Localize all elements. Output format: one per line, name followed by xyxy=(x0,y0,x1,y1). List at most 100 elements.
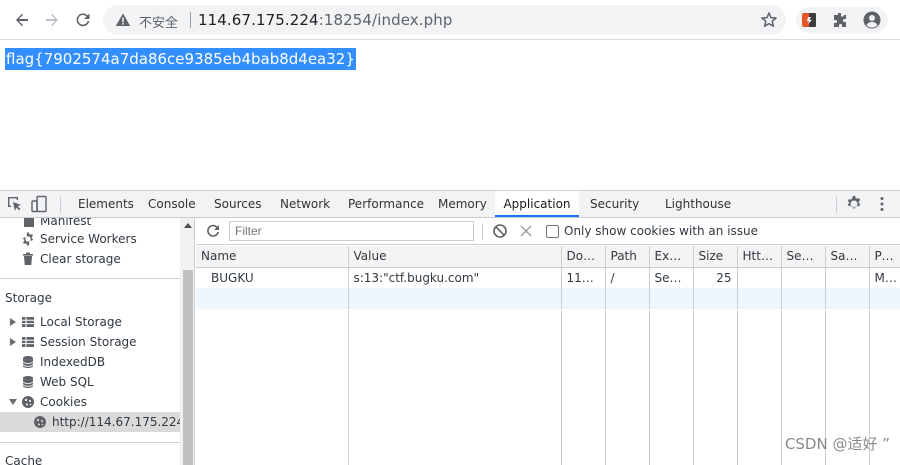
inspect-element-icon[interactable] xyxy=(6,195,24,213)
bookmark-star-icon[interactable] xyxy=(760,11,778,29)
cell-priority[interactable]: Med... xyxy=(869,267,900,288)
extension-icon[interactable] xyxy=(800,11,818,29)
collapse-arrow-icon[interactable] xyxy=(9,399,17,405)
reload-button[interactable] xyxy=(71,8,95,32)
sidebar-label: Clear storage xyxy=(40,252,121,266)
column-header-samesite[interactable]: Sam... xyxy=(825,246,870,268)
column-header-priority[interactable]: Prior xyxy=(869,246,900,268)
reload-icon xyxy=(76,13,90,27)
sidebar-label: Session Storage xyxy=(40,335,137,349)
column-header-httponly[interactable]: Http... xyxy=(737,246,782,268)
sidebar-label: Cookies xyxy=(40,395,87,409)
back-button[interactable] xyxy=(10,8,34,32)
cell-secure[interactable] xyxy=(781,267,826,288)
cell-size[interactable]: 25 xyxy=(693,267,738,288)
column-gridline xyxy=(348,310,349,465)
tab-lighthouse[interactable]: Lighthouse xyxy=(665,191,731,217)
tabbar-divider-right xyxy=(836,196,837,213)
toolbar-divider xyxy=(482,223,483,240)
column-gridline xyxy=(693,310,694,465)
table-row[interactable]: BUGKU s:13:"ctf.bugku.com" 114.... / Ses… xyxy=(196,267,900,288)
tab-console[interactable]: Console xyxy=(148,191,196,217)
empty-cell xyxy=(605,288,650,309)
tab-memory[interactable]: Memory xyxy=(438,191,487,217)
sidebar-label: http://114.67.175.224:18254 xyxy=(52,415,194,429)
cell-value[interactable]: s:13:"ctf.bugku.com" xyxy=(348,267,562,288)
refresh-icon[interactable] xyxy=(205,223,221,239)
cell-expires[interactable]: Sessi... xyxy=(649,267,694,288)
column-gridline xyxy=(605,310,606,465)
tab-performance[interactable]: Performance xyxy=(348,191,424,217)
empty-cell xyxy=(869,288,900,309)
address-bar[interactable]: 不安全 114.67.175.224:18254/index.php xyxy=(103,5,786,35)
application-sidebar: Manifest Service Workers Clear storage S… xyxy=(0,218,195,465)
cache-heading: Cache xyxy=(5,454,43,465)
sidebar-item-cookie-origin[interactable]: http://114.67.175.224:18254 xyxy=(0,412,194,432)
empty-cell xyxy=(737,288,782,309)
only-issue-checkbox[interactable] xyxy=(546,225,559,238)
cookies-table: Name Value Dom... Path Expir... Size Htt… xyxy=(196,246,900,309)
column-header-value[interactable]: Value xyxy=(348,246,562,268)
tab-network[interactable]: Network xyxy=(280,191,330,217)
profile-avatar-icon[interactable] xyxy=(863,11,881,29)
column-gridline xyxy=(737,310,738,465)
gear-icon xyxy=(23,232,33,246)
document-icon xyxy=(24,218,34,227)
url-text[interactable]: 114.67.175.224:18254/index.php xyxy=(198,11,452,29)
column-header-expires[interactable]: Expir... xyxy=(649,246,694,268)
csdn-watermark: CSDN @适好 ” xyxy=(784,435,890,453)
column-gridline xyxy=(649,310,650,465)
tab-sources[interactable]: Sources xyxy=(214,191,261,217)
tab-application[interactable]: Application xyxy=(495,191,579,217)
sidebar-label: IndexedDB xyxy=(40,355,106,369)
clear-all-icon[interactable] xyxy=(492,223,508,239)
devtools-tabbar: Elements Console Sources Network Perform… xyxy=(0,191,900,218)
scroll-up-arrow-icon[interactable] xyxy=(184,223,192,228)
extensions-area xyxy=(796,7,888,33)
database-icon xyxy=(22,376,34,388)
security-label[interactable]: 不安全 xyxy=(139,12,178,31)
gear-icon[interactable] xyxy=(845,195,863,213)
tab-security[interactable]: Security xyxy=(590,191,639,217)
url-path: :18254/index.php xyxy=(318,11,453,29)
puzzle-icon[interactable] xyxy=(831,11,849,29)
column-header-name[interactable]: Name xyxy=(196,246,349,268)
device-toolbar-icon[interactable] xyxy=(30,195,48,213)
cell-path[interactable]: / xyxy=(605,267,650,288)
empty-cell xyxy=(196,288,349,309)
sidebar-scroll-thumb[interactable] xyxy=(183,270,193,465)
cookie-icon xyxy=(22,396,34,408)
sidebar-label: Web SQL xyxy=(40,375,94,389)
browser-toolbar: 不安全 114.67.175.224:18254/index.php xyxy=(0,0,900,40)
filter-input[interactable] xyxy=(229,221,474,241)
sidebar-label: Local Storage xyxy=(40,315,122,329)
column-header-domain[interactable]: Dom... xyxy=(561,246,606,268)
delete-selected-icon[interactable] xyxy=(519,224,533,238)
empty-cell xyxy=(348,288,562,309)
grid-icon xyxy=(22,317,34,327)
url-host: 114.67.175.224 xyxy=(198,11,319,29)
table-row-empty xyxy=(196,288,900,309)
flag-text[interactable]: flag{7902574a7da86ce9385eb4bab8d4ea32} xyxy=(5,48,356,70)
cell-samesite[interactable] xyxy=(825,267,870,288)
column-header-path[interactable]: Path xyxy=(605,246,650,268)
cell-name[interactable]: BUGKU xyxy=(196,267,349,288)
column-header-secure[interactable]: Secu... xyxy=(781,246,826,268)
column-header-size[interactable]: Size xyxy=(693,246,738,268)
more-options-icon[interactable] xyxy=(873,195,891,213)
tabbar-divider xyxy=(60,196,61,213)
database-icon xyxy=(22,356,34,368)
expand-arrow-icon[interactable] xyxy=(10,338,16,346)
only-issue-label[interactable]: Only show cookies with an issue xyxy=(564,224,758,238)
empty-cell xyxy=(781,288,826,309)
tab-elements[interactable]: Elements xyxy=(78,191,134,217)
cell-domain[interactable]: 114.... xyxy=(561,267,606,288)
forward-button[interactable] xyxy=(40,8,64,32)
warning-icon xyxy=(115,13,131,26)
cookies-toolbar: Only show cookies with an issue xyxy=(196,218,900,245)
empty-cell xyxy=(649,288,694,309)
empty-cell xyxy=(825,288,870,309)
expand-arrow-icon[interactable] xyxy=(10,318,16,326)
cell-httponly[interactable] xyxy=(737,267,782,288)
empty-cell xyxy=(693,288,738,309)
